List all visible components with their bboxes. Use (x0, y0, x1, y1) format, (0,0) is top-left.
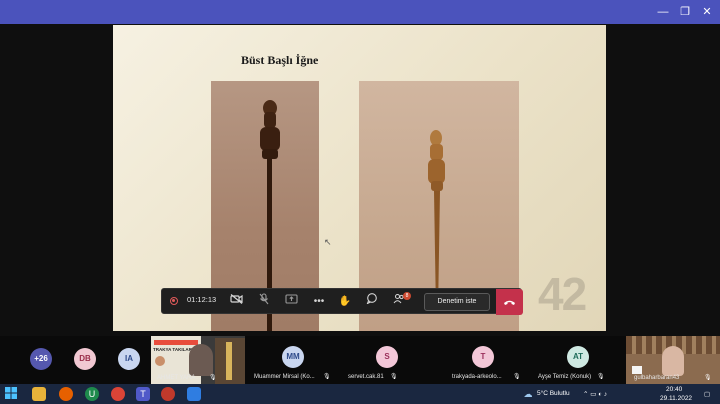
presenter-figure (189, 344, 213, 376)
participant-avatar-mm[interactable]: MM (282, 346, 304, 368)
microphone-off-icon (259, 293, 269, 305)
notification-icon[interactable]: ▢ (704, 390, 710, 398)
participant-avatar-t[interactable]: T (472, 346, 494, 368)
app-icon-u[interactable]: U (85, 387, 99, 401)
chat-icon (366, 293, 377, 305)
camera-off-button[interactable] (226, 293, 246, 311)
meeting-stage: Büst Başlı İğne 42 ↖ gulbaharbaran43 (0, 24, 720, 348)
presenter-mic-icon: 🎙 (209, 375, 217, 381)
windows-logo-icon (5, 387, 17, 399)
participant-name-s: servet.cak.81 (348, 374, 384, 380)
participant-avatar-at[interactable]: AT (567, 346, 589, 368)
presenter-video-tile[interactable]: TRAKYA TAKILARI AHMET YARA... 🎙 (151, 336, 245, 384)
weather-cloud-icon[interactable]: ☁ (521, 387, 535, 401)
participant-name-t: trakyada-arkeolo... (452, 374, 502, 380)
recording-icon (170, 297, 178, 305)
more-actions-button[interactable]: ••• (309, 293, 329, 311)
mute-button[interactable] (255, 293, 273, 311)
participant-avatar-ia[interactable]: IA (118, 348, 140, 370)
restore-icon[interactable]: ❐ (676, 4, 694, 20)
chrome-icon[interactable] (111, 387, 125, 401)
firefox-icon[interactable] (59, 387, 73, 401)
share-screen-button[interactable] (281, 293, 301, 311)
chat-button[interactable] (363, 293, 381, 311)
slide-title: Büst Başlı İğne (241, 53, 319, 67)
meeting-control-bar: 01:12:13 ••• ✋ 8 Denetim iste (161, 288, 523, 315)
mouse-cursor-icon: ↖ (324, 237, 332, 247)
participants-count-badge: 8 (403, 292, 411, 300)
app-icon-blue[interactable] (187, 387, 201, 401)
participant-name-at: Ayşe Temiz (Konuk) (538, 374, 592, 380)
thumb-title: TRAKYA TAKILARI (153, 347, 194, 352)
leave-call-button[interactable] (496, 289, 523, 315)
clock-time[interactable]: 20:40 (666, 386, 682, 393)
system-tray-icons[interactable]: ⌃ ▭ ◐ ♪ (583, 390, 607, 398)
mic-muted-icon: 🎙 (390, 374, 398, 380)
mic-muted-icon: 🎙 (323, 374, 331, 380)
clock-date[interactable]: 29.11.2022 (660, 395, 692, 402)
participant-video-tile[interactable]: gulbaharbaran43 🎙 (626, 336, 720, 384)
teams-icon[interactable]: T (136, 387, 150, 401)
slide-number: 42 (538, 268, 587, 320)
close-icon[interactable]: ✕ (698, 4, 716, 20)
presenter-artifact (226, 342, 232, 380)
share-screen-icon (284, 294, 298, 304)
file-explorer-icon[interactable] (32, 387, 46, 401)
meeting-timer: 01:12:13 (187, 295, 217, 304)
weather-text[interactable]: 5°C Bulutlu (537, 390, 570, 397)
request-control-button[interactable]: Denetim iste (424, 293, 490, 311)
mic-muted-icon: 🎙 (513, 374, 521, 380)
more-dots-icon: ••• (313, 296, 325, 307)
presenter-background (215, 338, 245, 384)
shared-slide: Büst Başlı İğne 42 (113, 25, 606, 331)
raise-hand-button[interactable]: ✋ (336, 293, 354, 311)
lamp-shade (632, 366, 642, 374)
participant-strip: +26 DB IA TRAKYA TAKILARI AHMET YARA... … (0, 336, 720, 384)
title-bar: — ❐ ✕ (0, 0, 720, 24)
participant-avatar-db[interactable]: DB (74, 348, 96, 370)
minimize-icon[interactable]: — (654, 4, 672, 20)
mic-muted-icon: 🎙 (704, 375, 712, 381)
raise-hand-icon: ✋ (338, 296, 352, 307)
mic-muted-icon: 🎙 (597, 374, 605, 380)
participant-avatar-s[interactable]: S (376, 346, 398, 368)
presenter-name: AHMET YARA... (157, 375, 201, 381)
participant-figure (662, 346, 684, 376)
hang-up-icon (504, 300, 515, 305)
app-icon-red[interactable] (161, 387, 175, 401)
participant-name-self: gulbaharbaran43 (634, 375, 680, 381)
thumb-portrait (155, 356, 165, 366)
camera-off-icon (229, 294, 243, 304)
start-button[interactable] (4, 387, 18, 401)
participant-name-mm: Muammer Mirsal (Ko... (254, 374, 315, 380)
thumb-red-band (154, 340, 198, 345)
windows-taskbar: U T ☁ 5°C Bulutlu ⌃ ▭ ◐ ♪ 20:40 29.11.20… (0, 384, 720, 404)
overflow-participants-button[interactable]: +26 (30, 348, 52, 370)
